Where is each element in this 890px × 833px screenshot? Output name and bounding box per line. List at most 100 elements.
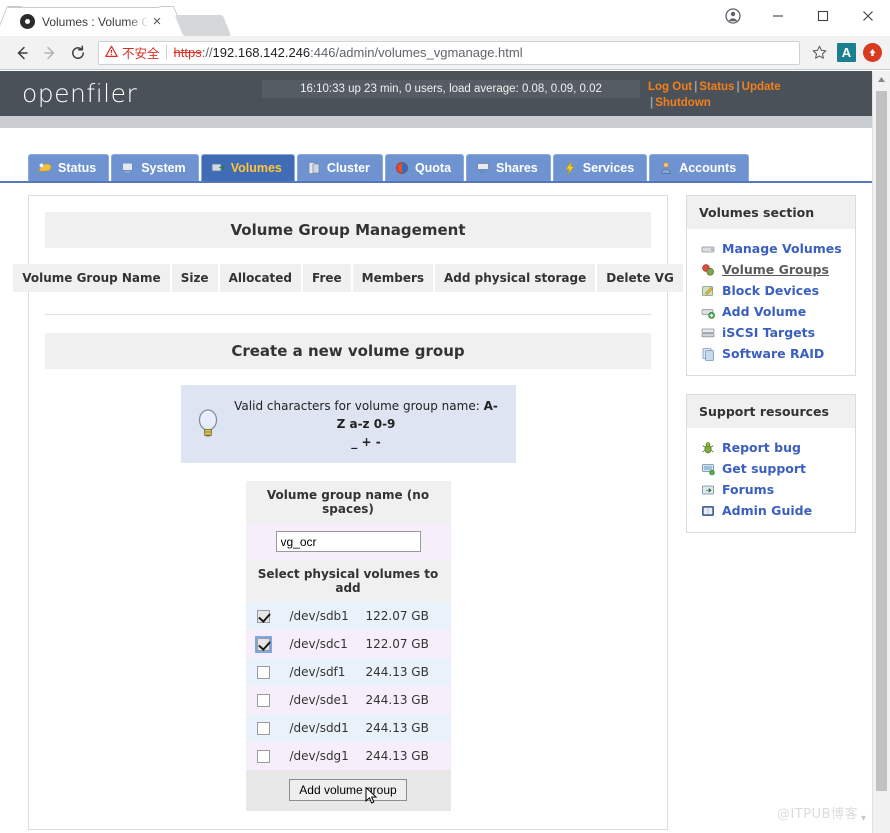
pv-checkbox[interactable] — [257, 749, 270, 763]
column-header: Free — [303, 264, 351, 292]
pv-checkbox-cell[interactable] — [246, 630, 282, 658]
sidebar-item-volume-groups[interactable]: Volume Groups — [687, 259, 855, 280]
url-separator: :// — [201, 45, 213, 60]
pv-device: /dev/sdc1 — [289, 637, 348, 651]
nav-tab-system[interactable]: System — [111, 154, 199, 181]
pv-row[interactable]: /dev/sdg1 244.13 GB — [245, 742, 451, 770]
browser-tab[interactable]: Volumes : Volume Grou × — [8, 7, 173, 36]
maximize-icon[interactable] — [800, 0, 845, 32]
add-volume-group-button[interactable]: Add volume group — [289, 779, 407, 801]
profile-icon[interactable] — [710, 0, 755, 32]
quota-icon — [396, 162, 408, 174]
pv-checkbox-cell[interactable] — [246, 686, 282, 714]
sidebar-item-block-devices[interactable]: Block Devices — [687, 280, 855, 301]
pv-row[interactable]: /dev/sdc1 122.07 GB — [245, 630, 451, 658]
sidebar-link[interactable]: Software RAID — [722, 346, 824, 361]
url-path: :446/admin/volumes_vgmanage.html — [310, 45, 523, 60]
pv-checkbox[interactable] — [257, 609, 270, 623]
page-scrollbar[interactable] — [872, 71, 890, 833]
pv-row[interactable]: /dev/sdb1 122.07 GB — [245, 602, 451, 630]
pv-row[interactable]: /dev/sde1 244.13 GB — [245, 686, 451, 714]
nav-tab-label: Cluster — [326, 161, 370, 175]
volumes-section-title: Volumes section — [687, 196, 855, 229]
pv-checkbox-cell[interactable] — [246, 602, 282, 630]
pv-checkbox-cell[interactable] — [246, 658, 282, 686]
support-icon — [702, 463, 715, 475]
nav-tab-services[interactable]: Services — [552, 154, 648, 181]
volumes-icon — [211, 163, 225, 172]
pv-checkbox-cell[interactable] — [246, 742, 282, 770]
sidebar-item-add-volume[interactable]: Add Volume — [687, 301, 855, 322]
pv-checkbox[interactable] — [257, 693, 270, 707]
sidebar-item-get-support[interactable]: Get support — [687, 458, 855, 479]
header-link-shutdown[interactable]: Shutdown — [655, 97, 711, 109]
close-icon[interactable] — [845, 0, 890, 32]
create-vg-title: Create a new volume group — [45, 333, 651, 369]
nav-tab-label: Quota — [414, 161, 452, 175]
nav-tab-quota[interactable]: Quota — [384, 154, 465, 181]
address-bar[interactable]: 不安全 https://192.168.142.246:446/admin/vo… — [98, 40, 800, 65]
reload-icon[interactable] — [64, 39, 92, 67]
browser-toolbar: 不安全 https://192.168.142.246:446/admin/vo… — [0, 36, 890, 70]
sidebar-item-iscsi-targets[interactable]: iSCSI Targets — [687, 322, 855, 343]
sidebar-item-manage-volumes[interactable]: Manage Volumes — [687, 238, 855, 259]
system-icon — [122, 162, 134, 173]
extension-circle-icon[interactable] — [863, 43, 882, 62]
nav-tab-volumes[interactable]: Volumes — [200, 154, 295, 181]
openfiler-logo: openfiler — [22, 79, 138, 108]
pv-row[interactable]: /dev/sdd1 244.13 GB — [245, 714, 451, 742]
valid-characters-tip: Valid characters for volume group name: … — [180, 385, 516, 463]
pv-row[interactable]: /dev/sdf1 244.13 GB — [245, 658, 451, 686]
bug-icon — [702, 441, 714, 453]
new-tab-button[interactable] — [174, 15, 232, 36]
nav-tab-accounts[interactable]: Accounts — [649, 154, 750, 181]
column-header: Allocated — [219, 264, 302, 292]
sidebar-link[interactable]: Get support — [722, 461, 806, 476]
pv-size: 244.13 GB — [365, 721, 429, 735]
support-section-list: Report bug Get support Forums Admin Guid… — [687, 428, 855, 532]
main-panel: Volume Group Management Volume Group Nam… — [13, 195, 683, 830]
pv-select-label: Select physical volumes to add — [245, 560, 451, 602]
minimize-icon[interactable] — [755, 0, 800, 32]
watermark-text: @ITPUB博客 — [776, 807, 858, 822]
sidebar-link[interactable]: Add Volume — [722, 304, 806, 319]
sidebar-item-software-raid[interactable]: Software RAID — [687, 343, 855, 364]
pv-checkbox[interactable] — [257, 665, 270, 679]
header-links: Log Out | Status | Update | Shutdown — [648, 80, 848, 111]
sidebar-link[interactable]: Forums — [722, 482, 774, 497]
scroll-up-arrow-icon[interactable] — [873, 71, 890, 88]
link-sep-3: | — [650, 96, 654, 109]
header-link-update[interactable]: Update — [742, 81, 781, 93]
back-arrow-icon[interactable] — [8, 39, 36, 67]
nav-tab-shares[interactable]: Shares — [466, 154, 551, 181]
sidebar-link[interactable]: Admin Guide — [722, 503, 812, 518]
sidebar-item-report-bug[interactable]: Report bug — [687, 437, 855, 458]
sidebar-link[interactable]: Report bug — [722, 440, 801, 455]
extension-a-icon[interactable]: A — [837, 43, 856, 62]
sidebar-link[interactable]: Block Devices — [722, 283, 819, 298]
volumes-section-box: Volumes section Manage Volumes Volume Gr… — [686, 195, 856, 376]
forward-arrow-icon[interactable] — [36, 39, 64, 67]
sidebar-link[interactable]: Volume Groups — [722, 262, 829, 277]
sidebar-item-forums[interactable]: Forums — [687, 479, 855, 500]
pv-checkbox[interactable] — [257, 637, 270, 651]
addvol-icon — [701, 308, 715, 319]
tab-close-icon[interactable]: × — [149, 14, 165, 30]
volumes-section-list: Manage Volumes Volume Groups Block Devic… — [687, 229, 855, 375]
header-link-logout[interactable]: Log Out — [648, 81, 692, 93]
nav-tab-cluster[interactable]: Cluster — [296, 154, 383, 181]
nav-tab-status[interactable]: Status — [28, 154, 110, 181]
column-header: Delete VG — [597, 264, 683, 292]
scrollbar-thumb[interactable] — [876, 91, 887, 791]
pv-checkbox-cell[interactable] — [246, 714, 282, 742]
page-body: Status System Volumes Cluster Quota Shar… — [0, 128, 872, 830]
sidebar-link[interactable]: Manage Volumes — [722, 241, 842, 256]
sidebar-link[interactable]: iSCSI Targets — [722, 325, 815, 340]
sidebar-item-admin-guide[interactable]: Admin Guide — [687, 500, 855, 521]
pv-checkbox[interactable] — [257, 721, 270, 735]
star-icon[interactable] — [806, 40, 832, 66]
header-link-status[interactable]: Status — [699, 81, 734, 93]
pv-device: /dev/sdf1 — [289, 665, 346, 679]
vg-name-input[interactable] — [275, 531, 421, 552]
openfiler-page: openfiler 16:10:33 up 23 min, 0 users, l… — [0, 71, 872, 833]
